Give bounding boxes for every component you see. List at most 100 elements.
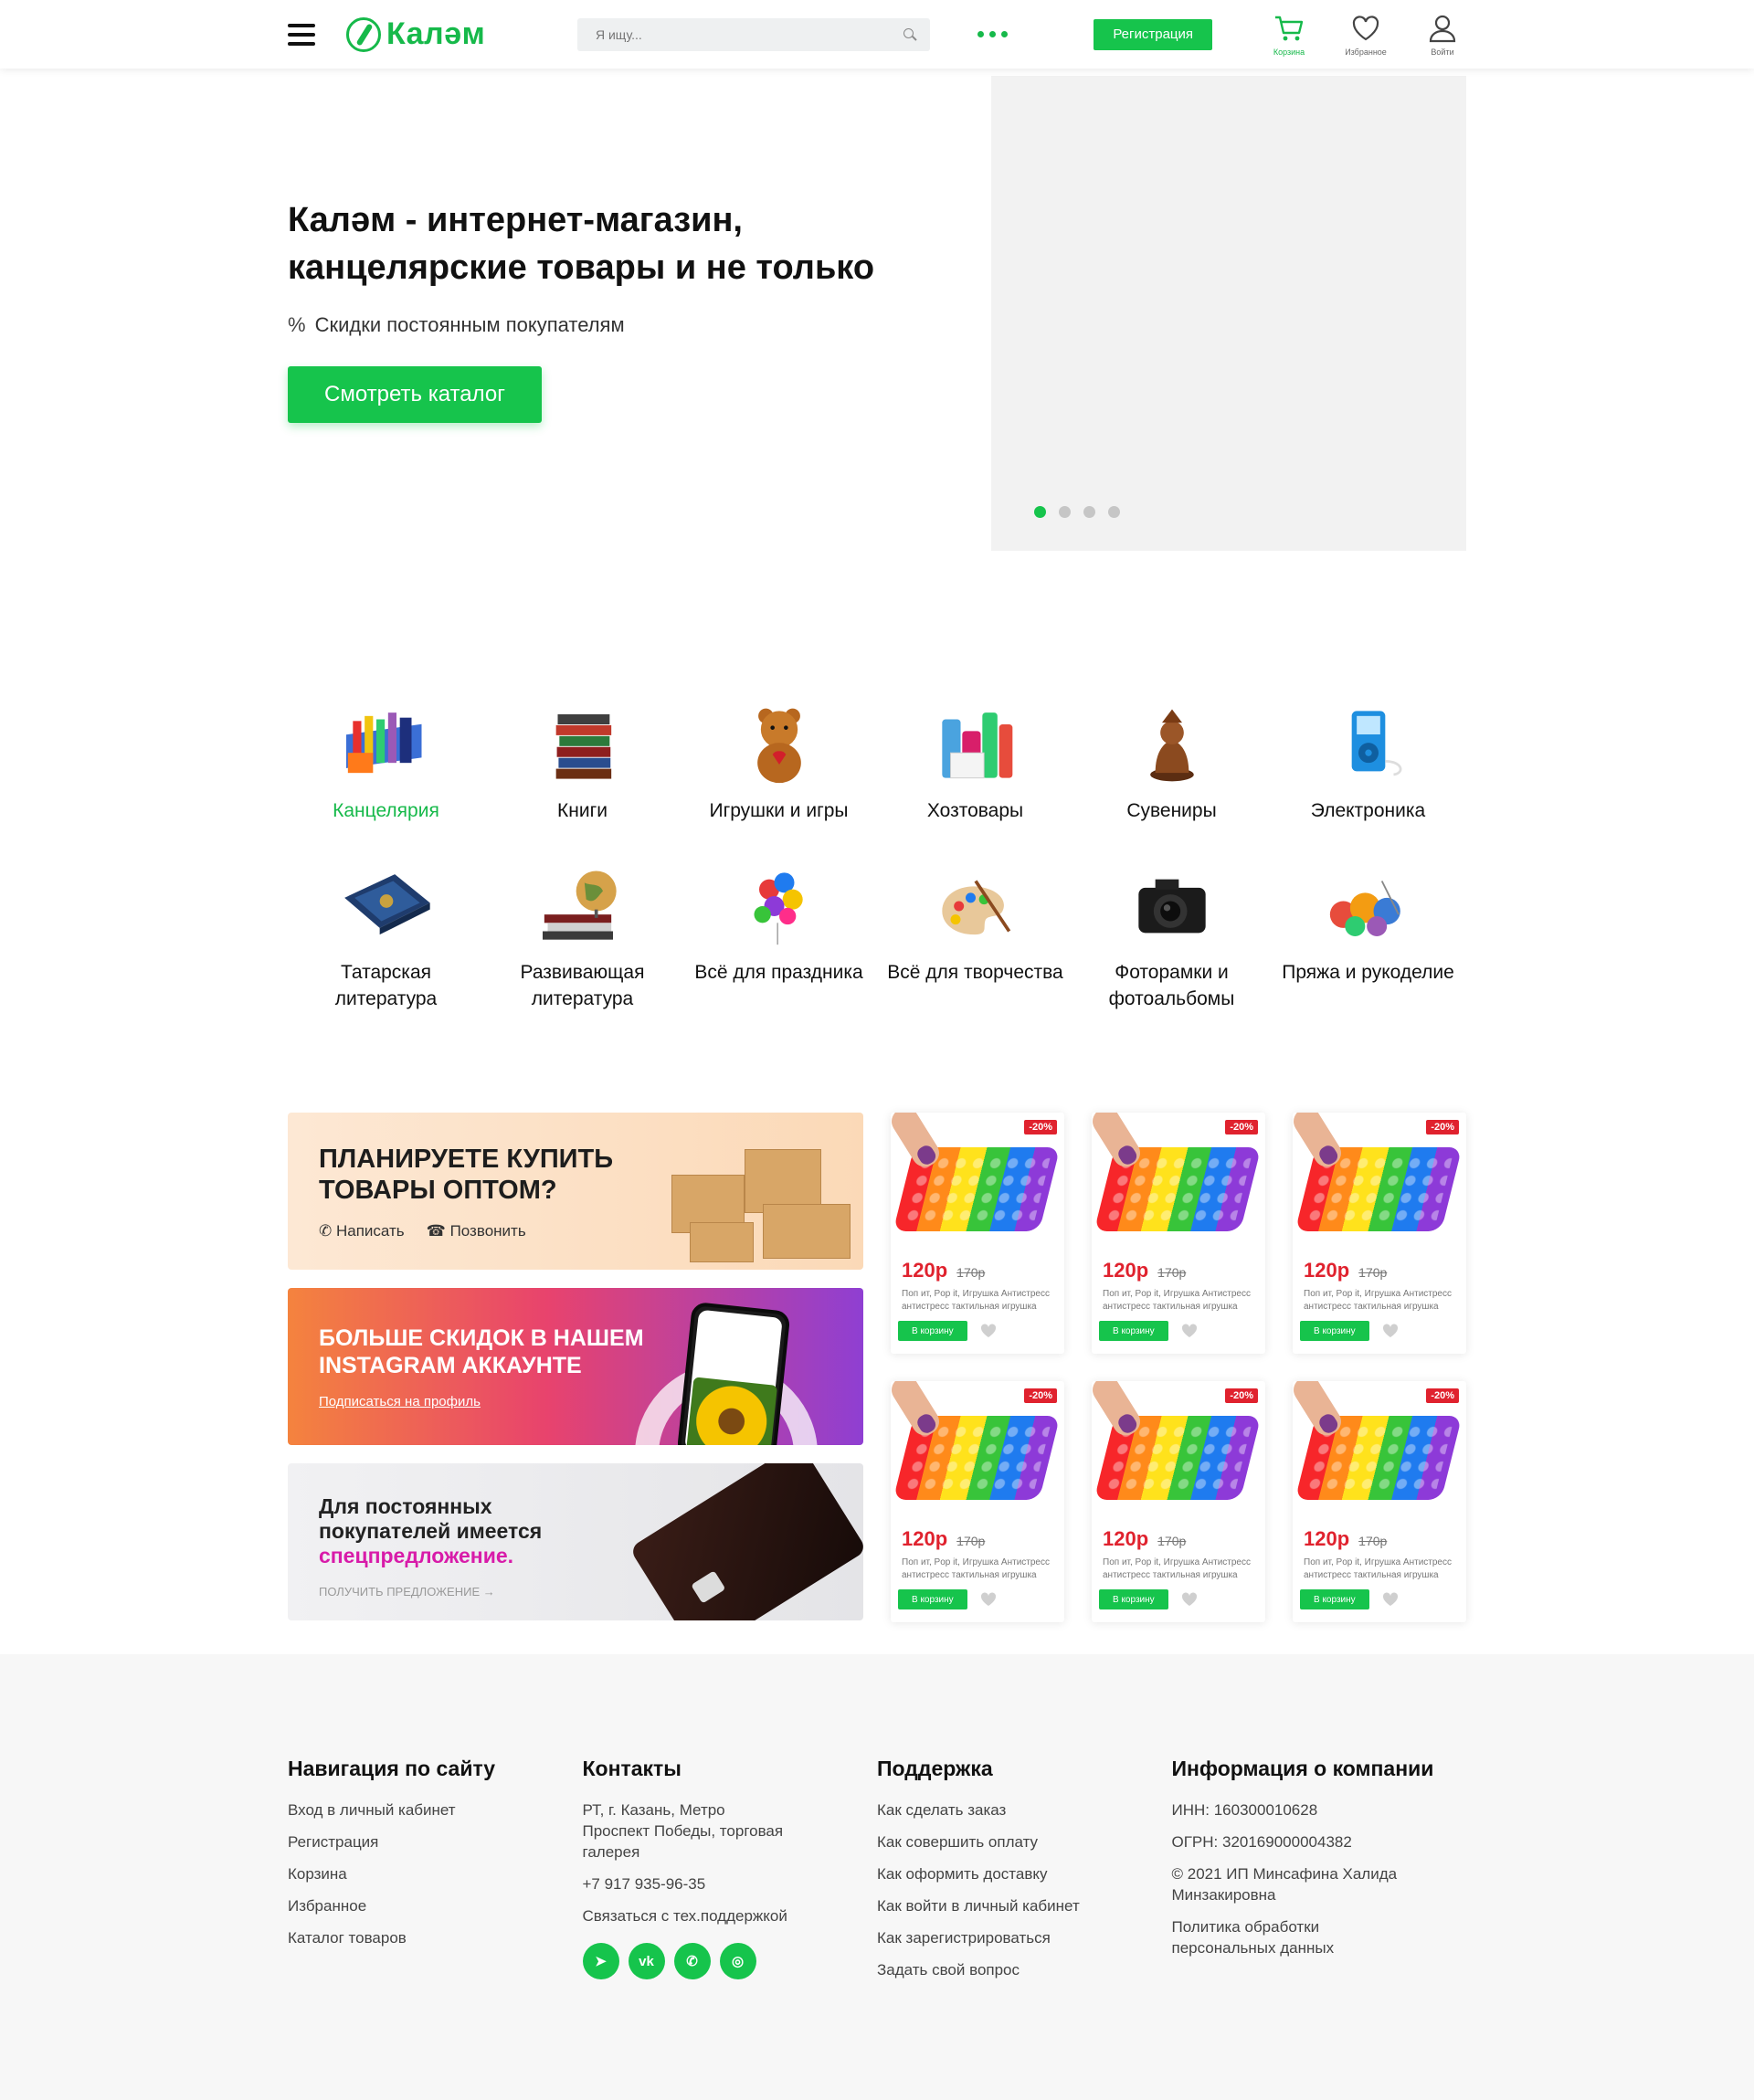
product-card[interactable]: -20% 120р 170р Поп ит, Pop it, Игрушка А… <box>1092 1113 1265 1354</box>
category-label: Игрушки и игры <box>709 800 849 821</box>
site-logo[interactable]: Каләм <box>345 16 577 52</box>
favorite-heart-icon[interactable] <box>1382 1592 1399 1607</box>
footer-link[interactable]: Корзина <box>288 1863 583 1884</box>
favorite-heart-icon[interactable] <box>1181 1324 1198 1338</box>
product-image[interactable]: -20% <box>1092 1113 1265 1246</box>
footer-link[interactable]: Как войти в личный кабинет <box>877 1895 1172 1916</box>
product-price: 120р 170р <box>1304 1527 1455 1551</box>
search-icon[interactable] <box>903 27 917 42</box>
category-item[interactable]: Пряжа и рукоделие <box>1270 860 1466 1012</box>
product-card[interactable]: -20% 120р 170р Поп ит, Pop it, Игрушка А… <box>891 1381 1064 1622</box>
category-item[interactable]: Татарская литература <box>288 860 484 1012</box>
more-dots-icon[interactable] <box>977 31 1009 37</box>
slider-dot[interactable] <box>1083 506 1095 518</box>
favorite-heart-icon[interactable] <box>980 1592 997 1607</box>
product-card[interactable]: -20% 120р 170р Поп ит, Pop it, Игрушка А… <box>1293 1381 1466 1622</box>
product-desc-line2: антистресс тактильная игрушка <box>1103 1570 1238 1580</box>
footer-link[interactable]: Как зарегистрироваться <box>877 1927 1172 1948</box>
category-item[interactable]: Всё для творчества <box>877 860 1073 1012</box>
footer-contacts: Контакты РТ, г. Казань, Метро Проспект П… <box>582 1757 878 1991</box>
register-button[interactable]: Регистрация <box>1094 18 1212 50</box>
support-link[interactable]: Связаться с тех.поддержкой <box>583 1905 878 1926</box>
add-to-cart-button[interactable]: В корзину <box>898 1321 967 1341</box>
instagram-icon[interactable]: ◎ <box>719 1943 756 1979</box>
product-image[interactable]: -20% <box>891 1113 1064 1246</box>
wholesale-banner[interactable]: ПЛАНИРУЕТЕ КУПИТЬ ТОВАРЫ ОПТОМ? ✆ Написа… <box>288 1113 863 1270</box>
category-label: Канцелярия <box>333 800 439 821</box>
product-price: 120р 170р <box>902 1259 1053 1282</box>
product-image[interactable]: -20% <box>1293 1113 1466 1246</box>
slider-dot[interactable] <box>1059 506 1071 518</box>
telegram-icon[interactable]: ➤ <box>582 1943 619 1979</box>
hero-text: Каләм - интернет-магазин, канцелярские т… <box>288 196 909 423</box>
favorite-heart-icon[interactable] <box>980 1324 997 1338</box>
footer-link[interactable]: Избранное <box>288 1895 583 1916</box>
instagram-banner[interactable]: БОЛЬШЕ СКИДОК В НАШЕМ INSTAGRAM АККАУНТЕ… <box>288 1288 863 1445</box>
write-link[interactable]: ✆ Написать <box>319 1222 405 1240</box>
discount-badge: -20% <box>1426 1120 1459 1134</box>
banner-column: ПЛАНИРУЕТЕ КУПИТЬ ТОВАРЫ ОПТОМ? ✆ Написа… <box>288 1113 863 1622</box>
price-current: 120р <box>902 1259 948 1282</box>
product-card[interactable]: -20% 120р 170р Поп ит, Pop it, Игрушка А… <box>891 1113 1064 1354</box>
search-input[interactable] <box>595 26 903 42</box>
product-card[interactable]: -20% 120р 170р Поп ит, Pop it, Игрушка А… <box>1092 1381 1265 1622</box>
slider-dot[interactable] <box>1034 506 1046 518</box>
whatsapp-icon[interactable]: ✆ <box>673 1943 711 1979</box>
category-item[interactable]: Развивающая литература <box>484 860 681 1012</box>
category-item[interactable]: Канцелярия <box>288 699 484 824</box>
cart-link[interactable]: Корзина <box>1265 13 1313 57</box>
category-item[interactable]: Всё для праздника <box>681 860 877 1012</box>
footer-link[interactable]: Как сделать заказ <box>877 1799 1172 1820</box>
product-desc-line1: Поп ит, Pop it, Игрушка Антистресс <box>902 1289 1050 1299</box>
slider-dot[interactable] <box>1108 506 1120 518</box>
subscribe-link[interactable]: Подписаться на профиль <box>319 1394 481 1409</box>
call-link[interactable]: ☎ Позвонить <box>427 1222 526 1240</box>
loyalty-banner[interactable]: Для постоянных покупателей имеется спецп… <box>288 1463 863 1620</box>
hero-slider[interactable] <box>991 76 1466 551</box>
category-item[interactable]: Фоторамки и фотоальбомы <box>1073 860 1270 1012</box>
add-to-cart-button[interactable]: В корзину <box>1099 1589 1168 1609</box>
logo-text: Каләм <box>386 16 486 51</box>
product-card[interactable]: -20% 120р 170р Поп ит, Pop it, Игрушка А… <box>1293 1113 1466 1354</box>
product-desc-line2: антистресс тактильная игрушка <box>1304 1302 1439 1312</box>
phone-link[interactable]: +7 917 935-96-35 <box>583 1873 878 1894</box>
product-image[interactable]: -20% <box>891 1381 1064 1514</box>
get-offer-link[interactable]: ПОЛУЧИТЬ ПРЕДЛОЖЕНИЕ → <box>319 1585 495 1599</box>
footer-link[interactable]: Каталог товаров <box>288 1927 583 1948</box>
login-link[interactable]: Войти <box>1419 13 1466 57</box>
footer-link[interactable]: Как совершить оплату <box>877 1831 1172 1852</box>
footer-link[interactable]: Как оформить доставку <box>877 1863 1172 1884</box>
add-to-cart-button[interactable]: В корзину <box>1300 1589 1369 1609</box>
category-item[interactable]: Хозтовары <box>877 699 1073 824</box>
product-image[interactable]: -20% <box>1092 1381 1265 1514</box>
product-desc-line2: антистресс тактильная игрушка <box>902 1570 1037 1580</box>
product-image[interactable]: -20% <box>1293 1381 1466 1514</box>
search-box <box>576 17 931 51</box>
favorite-heart-icon[interactable] <box>1382 1324 1399 1338</box>
price-current: 120р <box>902 1527 948 1550</box>
catalog-button[interactable]: Смотреть каталог <box>288 366 542 423</box>
favorites-label: Избранное <box>1345 47 1387 57</box>
footer-link[interactable]: Задать свой вопрос <box>877 1959 1172 1980</box>
favorites-link[interactable]: Избранное <box>1342 13 1389 57</box>
footer-link[interactable]: Регистрация <box>288 1831 583 1852</box>
box-image <box>763 1204 851 1259</box>
footer-link[interactable]: Вход в личный кабинет <box>288 1799 583 1820</box>
add-to-cart-button[interactable]: В корзину <box>1099 1321 1168 1341</box>
privacy-link[interactable]: Политика обработки персональных данных <box>1172 1916 1400 1958</box>
ogrn-text: ОГРН: 320169000004382 <box>1171 1833 1352 1851</box>
category-item[interactable]: Книги <box>484 699 681 824</box>
category-item[interactable]: Сувениры <box>1073 699 1270 824</box>
add-to-cart-button[interactable]: В корзину <box>1300 1321 1369 1341</box>
tatar-book-icon <box>332 860 441 952</box>
add-to-cart-button[interactable]: В корзину <box>898 1589 967 1609</box>
category-label: Хозтовары <box>926 800 1024 821</box>
favorite-heart-icon[interactable] <box>1181 1592 1198 1607</box>
price-current: 120р <box>1103 1527 1149 1550</box>
product-info: 120р 170р Поп ит, Pop it, Игрушка Антист… <box>1092 1514 1265 1609</box>
menu-icon[interactable] <box>288 23 315 46</box>
vk-icon[interactable]: vk <box>628 1943 665 1979</box>
footer-support: Поддержка Как сделать заказ Как совершит… <box>877 1757 1172 1991</box>
category-item[interactable]: Игрушки и игры <box>681 699 877 824</box>
category-item[interactable]: Электроника <box>1270 699 1466 824</box>
